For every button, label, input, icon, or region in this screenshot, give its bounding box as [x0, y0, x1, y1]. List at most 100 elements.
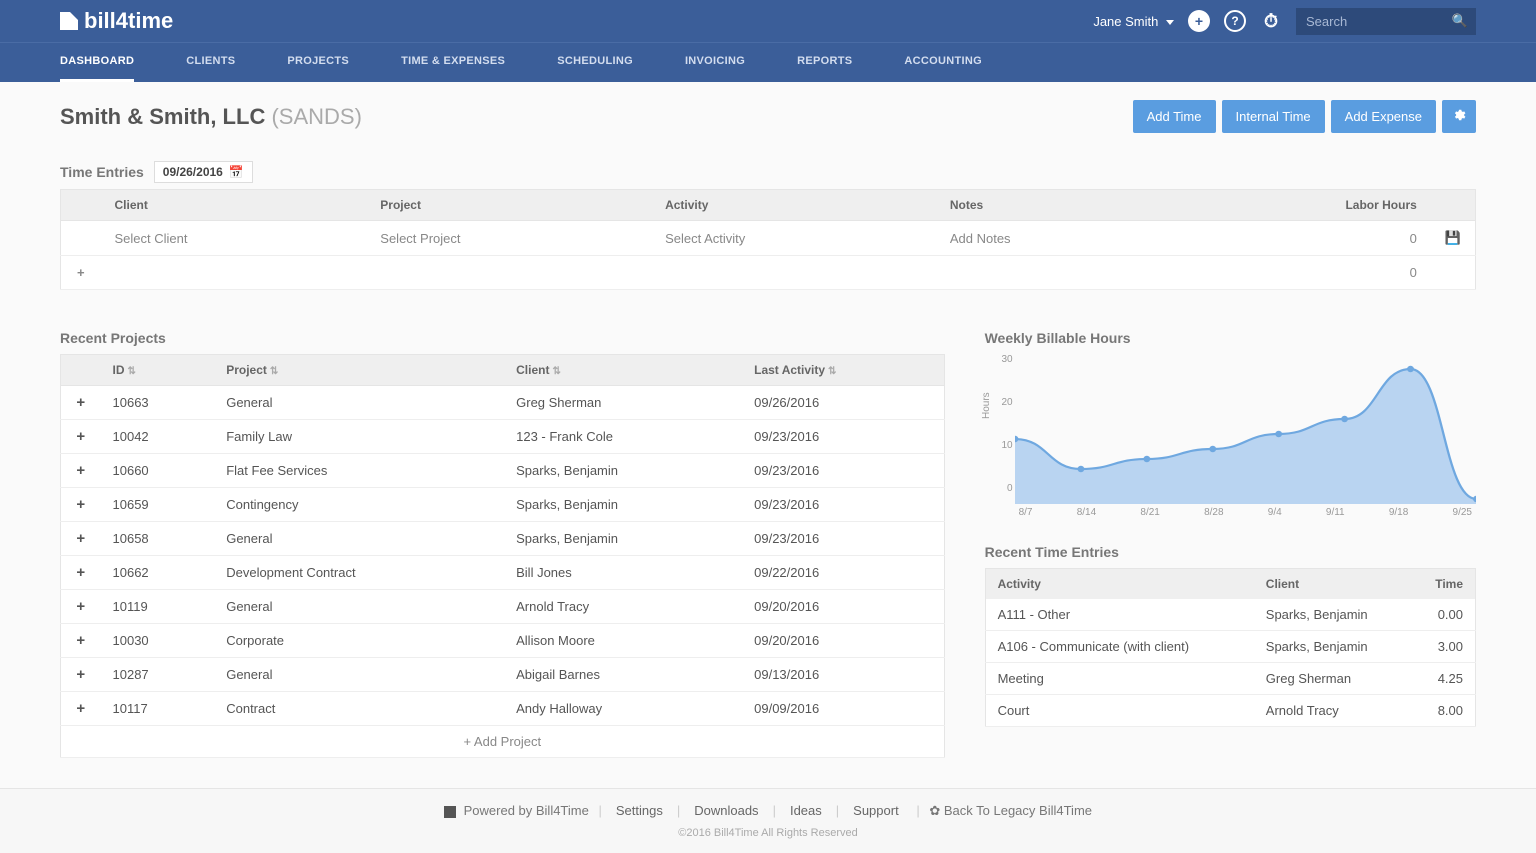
- logo[interactable]: bill4time: [60, 8, 173, 34]
- col-id[interactable]: ID⇅: [101, 355, 215, 386]
- timer-icon[interactable]: ⏱: [1260, 10, 1282, 32]
- footer-link-settings[interactable]: Settings: [616, 803, 663, 818]
- cell-last-activity: 09/20/2016: [742, 590, 944, 624]
- cell-last-activity: 09/22/2016: [742, 556, 944, 590]
- col-notes[interactable]: Notes: [936, 190, 1169, 221]
- cell-id: 10663: [101, 386, 215, 420]
- project-select[interactable]: Select Project: [366, 221, 651, 256]
- footer-link-support[interactable]: Support: [853, 803, 899, 818]
- add-icon[interactable]: +: [1188, 10, 1210, 32]
- topbar: bill4time Jane Smith + ? ⏱ 🔍: [0, 0, 1536, 42]
- cell-time: 8.00: [1410, 695, 1475, 727]
- col-activity[interactable]: Activity: [985, 569, 1254, 600]
- time-entries-table: Client Project Activity Notes Labor Hour…: [60, 189, 1476, 290]
- add-expense-button[interactable]: Add Expense: [1331, 100, 1436, 133]
- col-client[interactable]: Client: [1254, 569, 1411, 600]
- cell-client: Abigail Barnes: [504, 658, 742, 692]
- cell-client: Arnold Tracy: [1254, 695, 1411, 727]
- expand-row-button[interactable]: +: [61, 420, 101, 454]
- table-row[interactable]: MeetingGreg Sherman4.25: [985, 663, 1475, 695]
- table-row[interactable]: +10287GeneralAbigail Barnes09/13/2016: [61, 658, 945, 692]
- col-last-activity[interactable]: Last Activity⇅: [742, 355, 944, 386]
- add-project-button[interactable]: + Add Project: [61, 726, 945, 758]
- table-row[interactable]: +10663GeneralGreg Sherman09/26/2016: [61, 386, 945, 420]
- table-row[interactable]: +10042Family Law123 - Frank Cole09/23/20…: [61, 420, 945, 454]
- table-row[interactable]: CourtArnold Tracy8.00: [985, 695, 1475, 727]
- nav-scheduling[interactable]: SCHEDULING: [557, 43, 633, 82]
- nav-clients[interactable]: CLIENTS: [186, 43, 235, 82]
- col-client-name[interactable]: Client⇅: [504, 355, 742, 386]
- save-icon[interactable]: 💾: [1431, 221, 1476, 256]
- gear-icon-small: ✿: [929, 803, 940, 818]
- help-icon[interactable]: ?: [1224, 10, 1246, 32]
- settings-button[interactable]: [1442, 100, 1476, 133]
- footer-link-ideas[interactable]: Ideas: [790, 803, 822, 818]
- nav-invoicing[interactable]: INVOICING: [685, 43, 745, 82]
- page-title: Smith & Smith, LLC (SANDS): [60, 104, 362, 130]
- table-row[interactable]: +10658GeneralSparks, Benjamin09/23/2016: [61, 522, 945, 556]
- table-row[interactable]: +10660Flat Fee ServicesSparks, Benjamin0…: [61, 454, 945, 488]
- nav-accounting[interactable]: ACCOUNTING: [904, 43, 982, 82]
- cell-client: Allison Moore: [504, 624, 742, 658]
- gear-icon: [1452, 108, 1466, 122]
- client-select[interactable]: Select Client: [101, 221, 367, 256]
- time-entry-row: Select Client Select Project Select Acti…: [61, 221, 1476, 256]
- cell-time: 3.00: [1410, 631, 1475, 663]
- nav-projects[interactable]: PROJECTS: [287, 43, 349, 82]
- legacy-link[interactable]: ✿ Back To Legacy Bill4Time: [929, 803, 1092, 818]
- header-buttons: Add Time Internal Time Add Expense: [1133, 100, 1476, 133]
- expand-row-button[interactable]: +: [61, 658, 101, 692]
- cell-id: 10117: [101, 692, 215, 726]
- expand-row-button[interactable]: +: [61, 556, 101, 590]
- time-entries-label: Time Entries 09/26/2016 📅: [60, 161, 1476, 183]
- cell-project: General: [214, 590, 504, 624]
- expand-row-button[interactable]: +: [61, 590, 101, 624]
- table-row[interactable]: +10119GeneralArnold Tracy09/20/2016: [61, 590, 945, 624]
- cell-project: General: [214, 522, 504, 556]
- expand-row-button[interactable]: +: [61, 488, 101, 522]
- col-client[interactable]: Client: [101, 190, 367, 221]
- expand-row-button[interactable]: +: [61, 624, 101, 658]
- hours-value[interactable]: 0: [1169, 221, 1431, 256]
- table-row[interactable]: A111 - OtherSparks, Benjamin0.00: [985, 599, 1475, 631]
- sort-icon: ⇅: [828, 366, 836, 377]
- cell-id: 10030: [101, 624, 215, 658]
- search-icon[interactable]: 🔍: [1452, 13, 1468, 29]
- table-row[interactable]: +10030CorporateAllison Moore09/20/2016: [61, 624, 945, 658]
- recent-projects-panel: Recent Projects ID⇅ Project⇅ Client⇅ Las…: [60, 330, 945, 758]
- search-input[interactable]: [1296, 8, 1476, 35]
- add-time-button[interactable]: Add Time: [1133, 100, 1216, 133]
- footer: Powered by Bill4Time |Settings|Downloads…: [0, 788, 1536, 853]
- cell-client: Arnold Tracy: [504, 590, 742, 624]
- cell-client: Bill Jones: [504, 556, 742, 590]
- col-project[interactable]: Project: [366, 190, 651, 221]
- nav-time-expenses[interactable]: TIME & EXPENSES: [401, 43, 505, 82]
- cell-client: 123 - Frank Cole: [504, 420, 742, 454]
- nav-dashboard[interactable]: DASHBOARD: [60, 43, 134, 82]
- cell-activity: A111 - Other: [985, 599, 1254, 631]
- cell-activity: Court: [985, 695, 1254, 727]
- cell-client: Greg Sherman: [1254, 663, 1411, 695]
- time-entries-date-picker[interactable]: 09/26/2016 📅: [154, 161, 253, 183]
- table-row[interactable]: +10662Development ContractBill Jones09/2…: [61, 556, 945, 590]
- col-labor-hours[interactable]: Labor Hours: [1169, 190, 1431, 221]
- user-name-label: Jane Smith: [1093, 14, 1158, 29]
- expand-row-button[interactable]: +: [61, 386, 101, 420]
- nav-reports[interactable]: REPORTS: [797, 43, 852, 82]
- user-menu[interactable]: Jane Smith: [1093, 14, 1174, 29]
- table-row[interactable]: +10659ContingencySparks, Benjamin09/23/2…: [61, 488, 945, 522]
- notes-input[interactable]: Add Notes: [936, 221, 1169, 256]
- table-row[interactable]: +10117ContractAndy Halloway09/09/2016: [61, 692, 945, 726]
- table-row[interactable]: A106 - Communicate (with client)Sparks, …: [985, 631, 1475, 663]
- col-project-name[interactable]: Project⇅: [214, 355, 504, 386]
- expand-row-button[interactable]: +: [61, 522, 101, 556]
- add-entry-button[interactable]: +: [61, 256, 101, 290]
- col-activity[interactable]: Activity: [651, 190, 936, 221]
- cell-project: Contract: [214, 692, 504, 726]
- internal-time-button[interactable]: Internal Time: [1222, 100, 1325, 133]
- expand-row-button[interactable]: +: [61, 692, 101, 726]
- activity-select[interactable]: Select Activity: [651, 221, 936, 256]
- expand-row-button[interactable]: +: [61, 454, 101, 488]
- col-time[interactable]: Time: [1410, 569, 1475, 600]
- footer-link-downloads[interactable]: Downloads: [694, 803, 758, 818]
